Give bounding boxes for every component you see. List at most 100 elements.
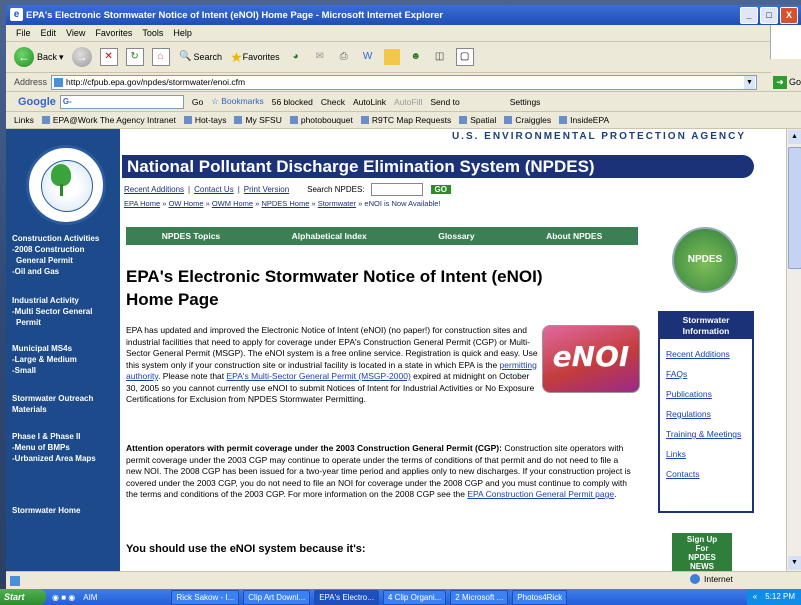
mail-icon[interactable]: ✉: [312, 49, 328, 65]
sidebar-link-contacts[interactable]: Contacts: [666, 469, 752, 479]
scroll-down-icon[interactable]: ▼: [788, 556, 801, 570]
stop-icon[interactable]: ✕: [99, 48, 118, 66]
minimize-button[interactable]: _: [740, 7, 758, 24]
sidebar-link-publications[interactable]: Publications: [666, 389, 752, 399]
task-clip-art[interactable]: Clip Art Downl...: [243, 589, 311, 605]
history-icon[interactable]: ◕: [288, 49, 304, 65]
link-insideepa[interactable]: InsideEPA: [559, 115, 609, 125]
search-npdes-input[interactable]: [370, 183, 423, 196]
favorites-button[interactable]: ★ Favorites: [230, 49, 280, 66]
task-epa-electro[interactable]: EPA's Electro...: [314, 589, 379, 605]
link-photobouquet[interactable]: photobouquet: [289, 115, 353, 125]
nav-item[interactable]: -Urbanized Area Maps: [12, 453, 120, 464]
nav-item[interactable]: -Menu of BMPs: [12, 442, 120, 453]
google-logo[interactable]: Google: [18, 96, 56, 108]
edit-icon[interactable]: W: [360, 49, 376, 65]
link-r9tc-map[interactable]: R9TC Map Requests: [360, 115, 451, 125]
sidebar-link-recent-additions[interactable]: Recent Additions: [666, 349, 752, 359]
window-icon[interactable]: ▢: [455, 48, 474, 66]
popup-blocked-button[interactable]: 56 blocked: [272, 97, 313, 107]
crumb-npdes-home[interactable]: NPDES Home: [261, 199, 309, 208]
nav-item[interactable]: -Large & Medium: [12, 354, 120, 365]
address-dropdown-icon[interactable]: ▼: [743, 75, 755, 89]
task-photos4rick[interactable]: Photos4Rick: [512, 589, 568, 605]
tray-expand-icon[interactable]: «: [753, 589, 757, 605]
quick-launch-icons[interactable]: ◉ ■ ◉: [52, 593, 75, 602]
tab-about-npdes[interactable]: About NPDES: [546, 231, 602, 241]
google-go-button[interactable]: Go: [192, 97, 203, 107]
settings-button[interactable]: Settings: [510, 97, 541, 107]
menu-file[interactable]: File: [16, 28, 31, 38]
maximize-button[interactable]: □: [760, 7, 778, 24]
nav-item[interactable]: -2008 Construction: [12, 244, 120, 255]
nav-item[interactable]: Stormwater Home: [12, 505, 120, 516]
nav-item[interactable]: Phase I & Phase II: [12, 431, 120, 442]
link-craiggles[interactable]: Craiggles: [504, 115, 551, 125]
tab-npdes-topics[interactable]: NPDES Topics: [162, 231, 220, 241]
search-go-button[interactable]: GO: [430, 185, 451, 194]
nav-item[interactable]: Materials: [12, 404, 120, 415]
nav-item[interactable]: General Permit: [12, 255, 120, 266]
cgp-page-link[interactable]: EPA Construction General Permit page: [467, 489, 614, 499]
link-spatial[interactable]: Spatial: [459, 115, 496, 125]
recent-additions-link[interactable]: Recent Additions: [124, 185, 184, 194]
msgp-link[interactable]: EPA's Multi-Sector General Permit (MSGP-…: [227, 371, 411, 381]
menu-tools[interactable]: Tools: [142, 28, 163, 38]
nav-industrial[interactable]: Industrial Activity -Multi Sector Genera…: [12, 295, 120, 328]
task-microsoft[interactable]: 2 Microsoft ...: [450, 589, 509, 605]
sidebar-link-faqs[interactable]: FAQs: [666, 369, 752, 379]
crumb-epa-home[interactable]: EPA Home: [124, 199, 160, 208]
nav-item[interactable]: -Small: [12, 365, 120, 376]
task-aim[interactable]: AIM: [79, 591, 101, 604]
tab-glossary[interactable]: Glossary: [438, 231, 474, 241]
nav-item[interactable]: -Multi Sector General: [12, 306, 120, 317]
research-icon[interactable]: ◫: [432, 49, 448, 65]
contact-us-link[interactable]: Contact Us: [194, 185, 234, 194]
nav-item[interactable]: Construction Activities: [12, 233, 120, 244]
start-button[interactable]: Start: [0, 589, 46, 605]
address-input[interactable]: http://cfpub.epa.gov/npdes/stormwater/en…: [51, 74, 757, 90]
nav-construction[interactable]: Construction Activities -2008 Constructi…: [12, 233, 120, 277]
signup-news-button[interactable]: Sign Up For NPDES NEWS: [672, 533, 732, 571]
nav-stormwater-home[interactable]: Stormwater Home: [12, 505, 120, 516]
nav-outreach[interactable]: Stormwater Outreach Materials: [12, 393, 120, 415]
close-button[interactable]: X: [780, 7, 798, 24]
menu-favorites[interactable]: Favorites: [95, 28, 132, 38]
title-bar[interactable]: e EPA's Electronic Stormwater Notice of …: [6, 5, 801, 25]
tab-alphabetical-index[interactable]: Alphabetical Index: [292, 231, 367, 241]
print-version-link[interactable]: Print Version: [244, 185, 289, 194]
search-button[interactable]: 🔍 Search: [178, 49, 222, 65]
sidebar-link-links[interactable]: Links: [666, 449, 752, 459]
menu-view[interactable]: View: [66, 28, 85, 38]
nav-item[interactable]: -Oil and Gas: [12, 266, 120, 277]
link-my-sfsu[interactable]: My SFSU: [234, 115, 282, 125]
scroll-up-icon[interactable]: ▲: [788, 130, 801, 144]
nav-municipal[interactable]: Municipal MS4s -Large & Medium -Small: [12, 343, 120, 376]
task-rick-sakow[interactable]: Rick Sakow - I...: [171, 589, 240, 605]
sidebar-link-regulations[interactable]: Regulations: [666, 409, 752, 419]
task-clip-organizer[interactable]: 4 Clip Organi...: [382, 589, 447, 605]
bookmarks-button[interactable]: ☆ Bookmarks: [211, 96, 264, 107]
link-epa-work[interactable]: EPA@Work The Agency Intranet: [41, 115, 176, 125]
crumb-owm-home[interactable]: OWM Home: [212, 199, 253, 208]
crumb-stormwater[interactable]: Stormwater: [318, 199, 356, 208]
messenger-icon[interactable]: ☻: [408, 49, 424, 65]
crumb-ow-home[interactable]: OW Home: [168, 199, 203, 208]
nav-phase[interactable]: Phase I & Phase II -Menu of BMPs -Urbani…: [12, 431, 120, 464]
autolink-button[interactable]: AutoLink: [353, 97, 386, 107]
link-hot-tays[interactable]: Hot-tays: [183, 115, 226, 125]
menu-edit[interactable]: Edit: [41, 28, 57, 38]
print-icon[interactable]: ⎙: [336, 49, 352, 65]
send-to-button[interactable]: Send to: [430, 97, 459, 107]
google-search-input[interactable]: G-: [59, 94, 184, 109]
nav-item[interactable]: Industrial Activity: [12, 295, 120, 306]
home-icon[interactable]: ⌂: [151, 48, 170, 66]
forward-button[interactable]: →: [71, 47, 92, 67]
autofill-button[interactable]: AutoFill: [394, 97, 422, 107]
folder-icon[interactable]: [383, 49, 400, 65]
go-button[interactable]: ➜ Go: [772, 75, 801, 89]
sidebar-link-training[interactable]: Training & Meetings: [666, 429, 752, 439]
nav-item[interactable]: Permit: [12, 317, 120, 328]
back-button[interactable]: ← Back ▾: [14, 47, 64, 67]
refresh-icon[interactable]: ↻: [125, 48, 144, 66]
